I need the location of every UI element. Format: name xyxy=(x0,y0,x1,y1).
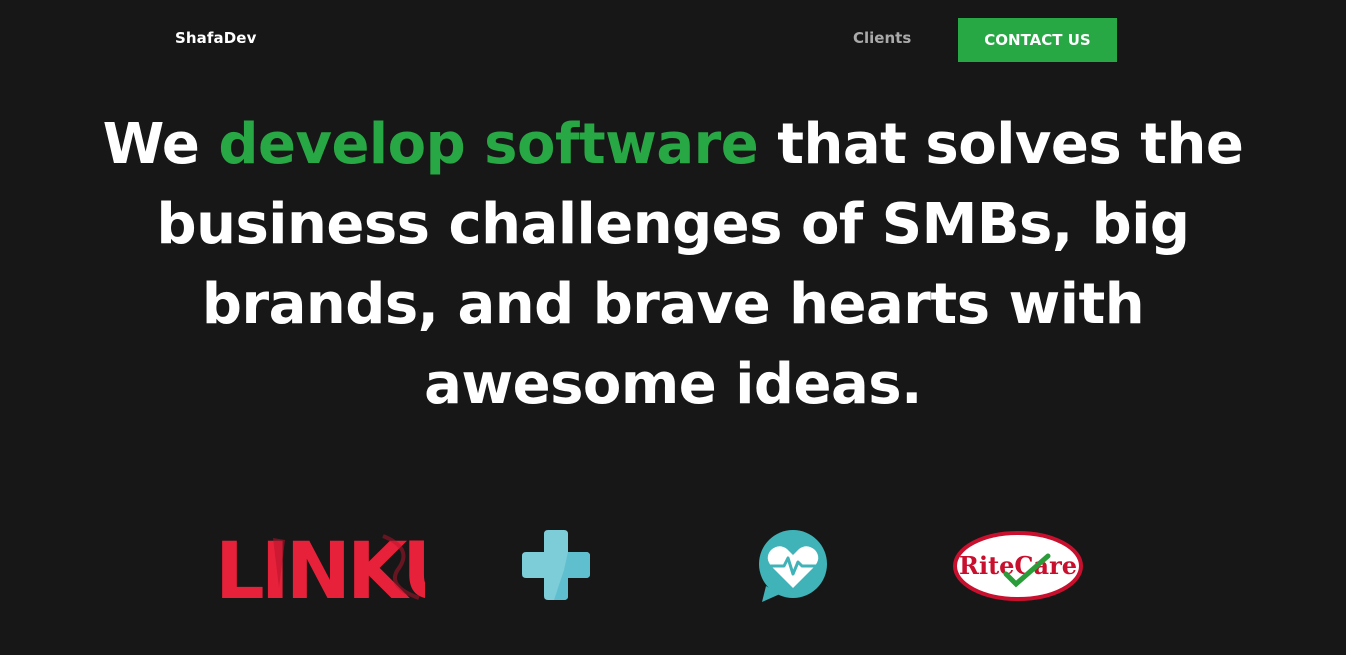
page: ShafaDev Clients CONTACT US We develop s… xyxy=(0,0,1346,655)
contact-us-button[interactable]: CONTACT US xyxy=(958,18,1117,62)
linkus-logo: LINKUS xyxy=(213,528,425,604)
ritecare-logo: RiteCare xyxy=(952,530,1086,602)
hero-text-part1: We xyxy=(102,112,219,177)
ritecare-logo-text: RiteCare xyxy=(959,551,1077,580)
nav-link-clients[interactable]: Clients xyxy=(853,29,911,47)
hero-headline: We develop software that solves the busi… xyxy=(100,105,1246,425)
heart-chat-logo xyxy=(758,530,830,604)
hero-accent-text: develop software xyxy=(218,112,759,177)
medical-cross-logo xyxy=(520,530,592,602)
client-logos: LINKUS RiteCare xyxy=(0,520,1346,620)
brand-logo-link[interactable]: ShafaDev xyxy=(175,29,256,47)
